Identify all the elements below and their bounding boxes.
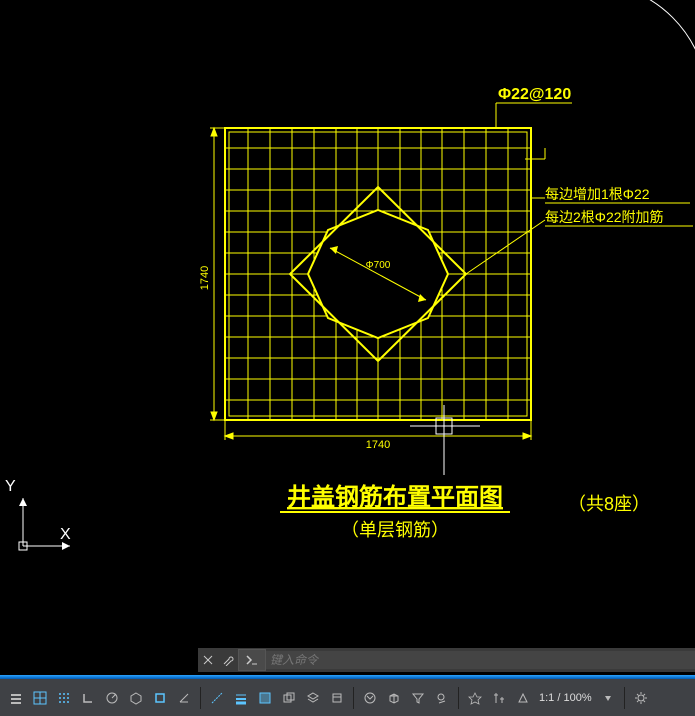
grid-mode-icon[interactable] (29, 687, 51, 709)
note-extra-bar: 每边增加1根Φ22 (545, 186, 650, 202)
annotation-icon[interactable] (464, 687, 486, 709)
gear-dropdown-icon[interactable] (431, 687, 453, 709)
quickprops-icon[interactable] (326, 687, 348, 709)
command-bar (198, 648, 695, 672)
scale-ratio-label[interactable]: 1:1 / 100% (535, 692, 596, 704)
layers-icon[interactable] (302, 687, 324, 709)
osnap-icon[interactable] (149, 687, 171, 709)
rebar-plan: Φ700 Φ22@120 每边增加1根Φ22 每边2根Φ22附加筋 (199, 86, 693, 540)
workspace-icon[interactable] (359, 687, 381, 709)
anno-visibility-icon[interactable] (512, 687, 534, 709)
drawing-subtitle: （单层钢筋） (341, 520, 449, 540)
background-arc (630, 0, 695, 60)
polar-icon[interactable] (101, 687, 123, 709)
isometric-icon[interactable] (125, 687, 147, 709)
command-prompt-icon[interactable] (238, 649, 266, 671)
dropdown-icon[interactable] (597, 687, 619, 709)
drawing-count: （共8座） (568, 494, 650, 514)
cube-icon[interactable] (383, 687, 405, 709)
command-input[interactable] (266, 651, 695, 669)
snap-grid-icon[interactable] (53, 687, 75, 709)
dim-horizontal: 1740 (366, 439, 390, 451)
status-bar: 1:1 / 100% (0, 679, 695, 716)
filter-icon[interactable] (407, 687, 429, 709)
menu-icon[interactable] (5, 687, 27, 709)
lineweight-icon[interactable] (230, 687, 252, 709)
close-icon[interactable] (198, 650, 218, 670)
drawing-viewport[interactable]: Φ700 Φ22@120 每边增加1根Φ22 每边2根Φ22附加筋 (0, 0, 695, 645)
transparency-icon[interactable] (254, 687, 276, 709)
rebar-spec-label: Φ22@120 (498, 86, 571, 103)
dim-vertical: 1740 (199, 266, 211, 290)
diameter-label: Φ700 (366, 260, 391, 271)
cycle-icon[interactable] (278, 687, 300, 709)
otrack-icon[interactable] (206, 687, 228, 709)
angle-icon[interactable] (173, 687, 195, 709)
gear-icon[interactable] (630, 687, 652, 709)
ortho-icon[interactable] (77, 687, 99, 709)
anno-scale-icon[interactable] (488, 687, 510, 709)
wrench-icon[interactable] (218, 650, 238, 670)
note-additional-bar: 每边2根Φ22附加筋 (545, 209, 664, 225)
drawing-title: 井盖钢筋布置平面图 (287, 483, 503, 511)
